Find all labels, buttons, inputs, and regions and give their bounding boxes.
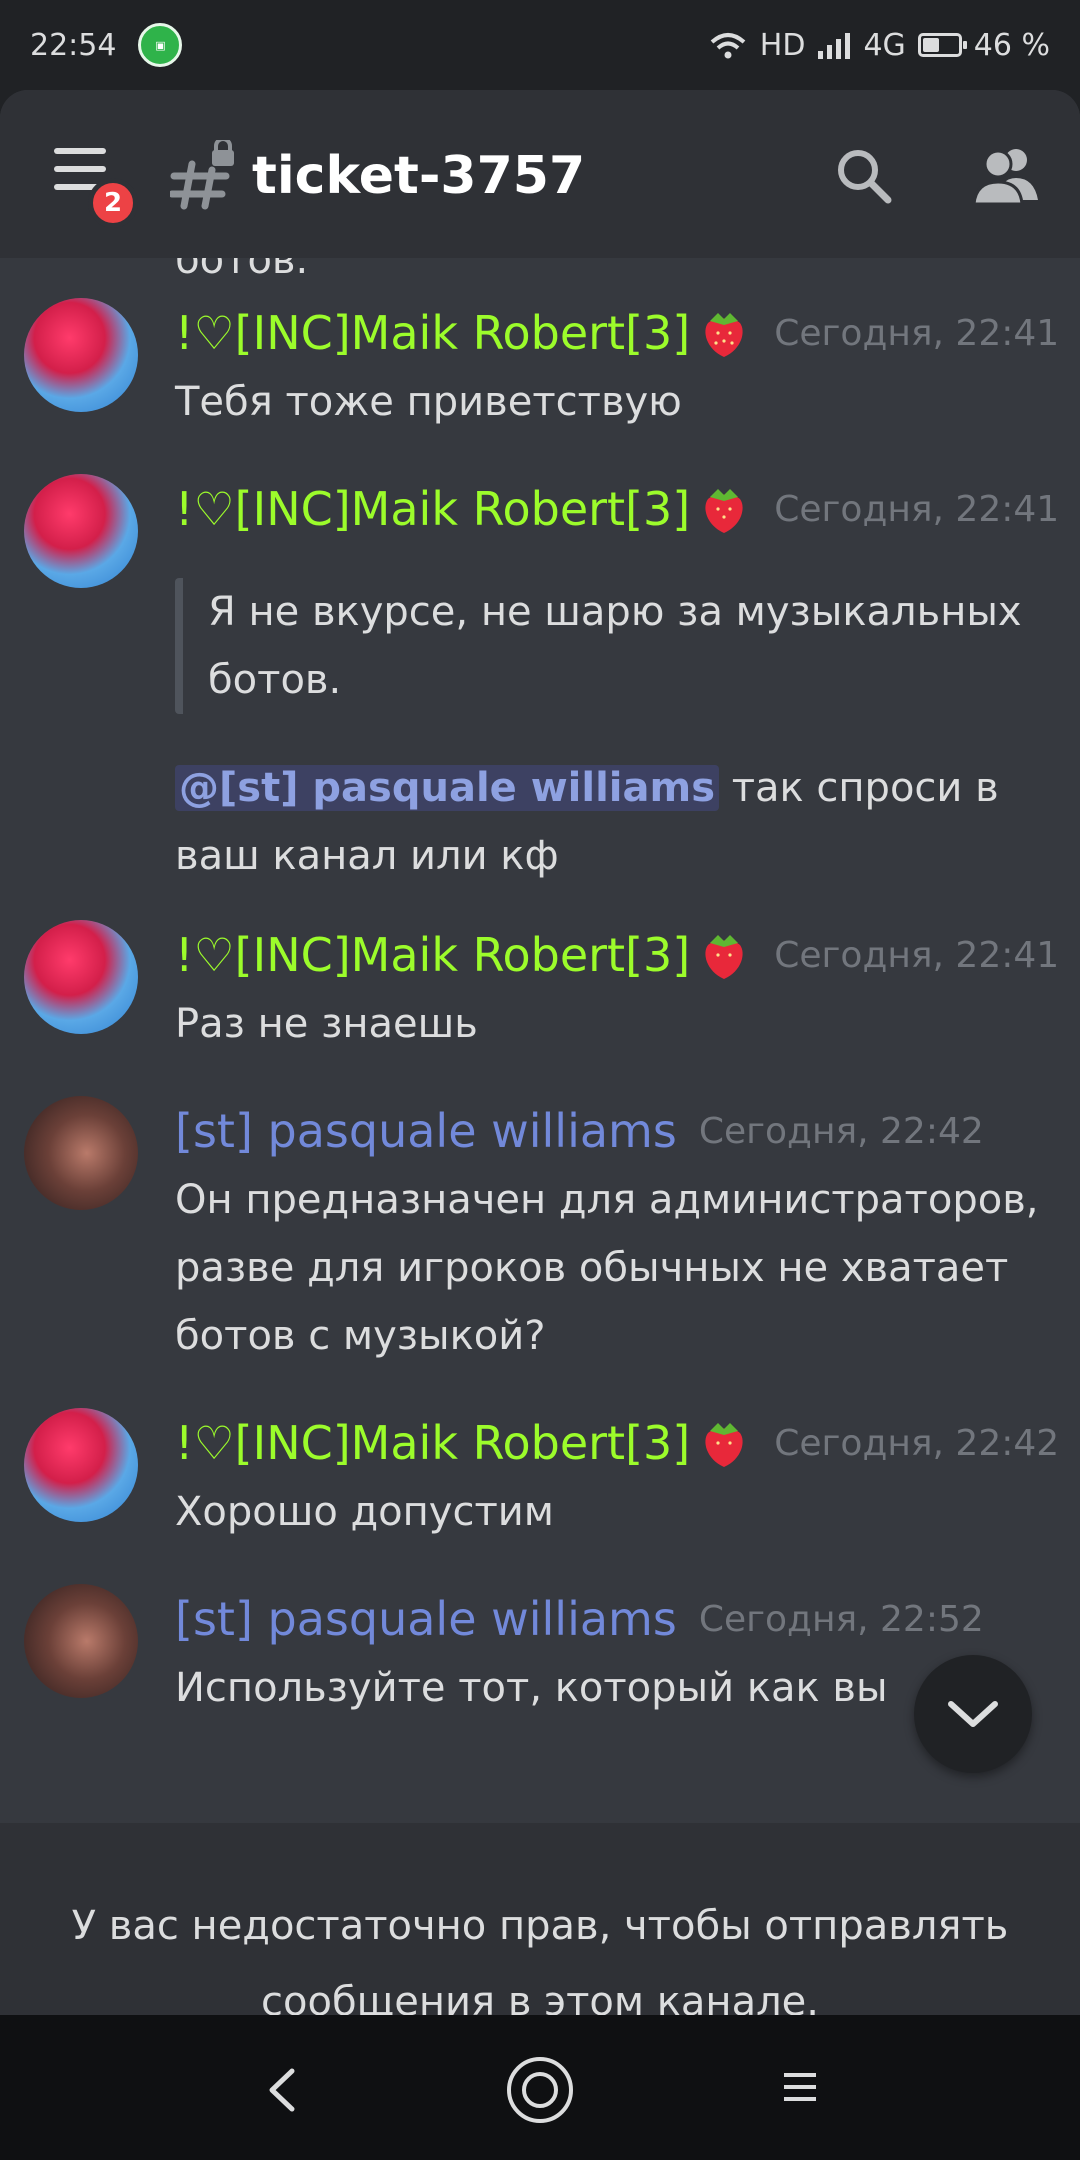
message-timestamp: Сегодня, 22:41 bbox=[774, 312, 1060, 354]
message-text: Он предназначен для администраторов, раз… bbox=[175, 1177, 1039, 1359]
avatar[interactable] bbox=[24, 920, 138, 1034]
strawberry-icon bbox=[705, 313, 743, 357]
chevron-down-icon bbox=[948, 1701, 998, 1727]
back-icon[interactable] bbox=[262, 2065, 302, 2115]
quote-block: Я не вкурсе, не шарю за музыкальных бото… bbox=[175, 578, 1040, 714]
strawberry-icon bbox=[705, 1423, 743, 1467]
message-text: @[st] pasquale williams так спроси в ваш… bbox=[175, 754, 1040, 890]
author-name[interactable]: !♡[INC]Maik Robert[3] bbox=[175, 306, 690, 360]
battery-percent: 46 % bbox=[973, 27, 1050, 63]
avatar[interactable] bbox=[24, 1408, 138, 1522]
status-time: 22:54 bbox=[30, 27, 117, 63]
message-timestamp: Сегодня, 22:41 bbox=[774, 934, 1060, 976]
recent-apps-icon[interactable] bbox=[780, 2067, 820, 2107]
message-text: Тебя тоже приветствую bbox=[175, 379, 682, 425]
app-notification-icon: ▣ bbox=[138, 23, 183, 67]
signal-type-label: 4G bbox=[863, 27, 906, 63]
system-nav-bar bbox=[0, 2015, 1080, 2160]
status-bar: 22:54 ▣ HD 4G 46 % bbox=[0, 0, 1080, 90]
author-name[interactable]: !♡[INC]Maik Robert[3] bbox=[175, 482, 690, 536]
avatar[interactable] bbox=[24, 1096, 138, 1210]
message-timestamp: Сегодня, 22:52 bbox=[698, 1598, 984, 1640]
channel-header: 2 ticket-3757 bbox=[0, 90, 1080, 258]
author-name[interactable]: !♡[INC]Maik Robert[3] bbox=[175, 1416, 690, 1470]
battery-level bbox=[922, 38, 939, 52]
avatar[interactable] bbox=[24, 298, 138, 412]
members-icon[interactable] bbox=[970, 142, 1042, 206]
user-mention[interactable]: @[st] pasquale williams bbox=[175, 765, 719, 811]
battery-icon bbox=[917, 33, 967, 57]
message-text: Раз не знаешь bbox=[175, 1001, 478, 1047]
no-permission-notice: У вас недостаточно прав, чтобы отправлят… bbox=[0, 1823, 1080, 2015]
app-frame: 2 ticket-3757 ботов. !♡[INC]Maik Robert[… bbox=[0, 90, 1080, 2015]
search-icon[interactable] bbox=[834, 146, 894, 206]
unread-badge: 2 bbox=[88, 178, 138, 228]
message-text: Используйте тот, который как вы bbox=[175, 1665, 888, 1711]
author-name[interactable]: [st] pasquale williams bbox=[175, 1104, 677, 1158]
network-label: HD bbox=[759, 27, 806, 63]
author-name[interactable]: [st] pasquale williams bbox=[175, 1592, 677, 1646]
message-timestamp: Сегодня, 22:42 bbox=[698, 1110, 984, 1152]
message-timestamp: Сегодня, 22:41 bbox=[774, 488, 1060, 530]
message-list[interactable]: ботов. !♡[INC]Maik Robert[3] Сегодня, 22… bbox=[0, 258, 1080, 1823]
wifi-icon bbox=[710, 33, 746, 59]
locked-channel-icon bbox=[170, 140, 234, 210]
avatar[interactable] bbox=[24, 1584, 138, 1698]
message-text: Хорошо допустим bbox=[175, 1489, 554, 1535]
jump-to-latest-button[interactable] bbox=[914, 1655, 1032, 1773]
channel-title: ticket-3757 bbox=[252, 146, 586, 206]
strawberry-icon bbox=[705, 935, 743, 979]
avatar[interactable] bbox=[24, 474, 138, 588]
home-icon[interactable] bbox=[505, 2055, 575, 2125]
author-name[interactable]: !♡[INC]Maik Robert[3] bbox=[175, 928, 690, 982]
message-timestamp: Сегодня, 22:42 bbox=[774, 1422, 1060, 1464]
message-text-partial: ботов. bbox=[175, 258, 309, 283]
strawberry-icon bbox=[705, 489, 743, 533]
signal-icon bbox=[818, 33, 851, 59]
